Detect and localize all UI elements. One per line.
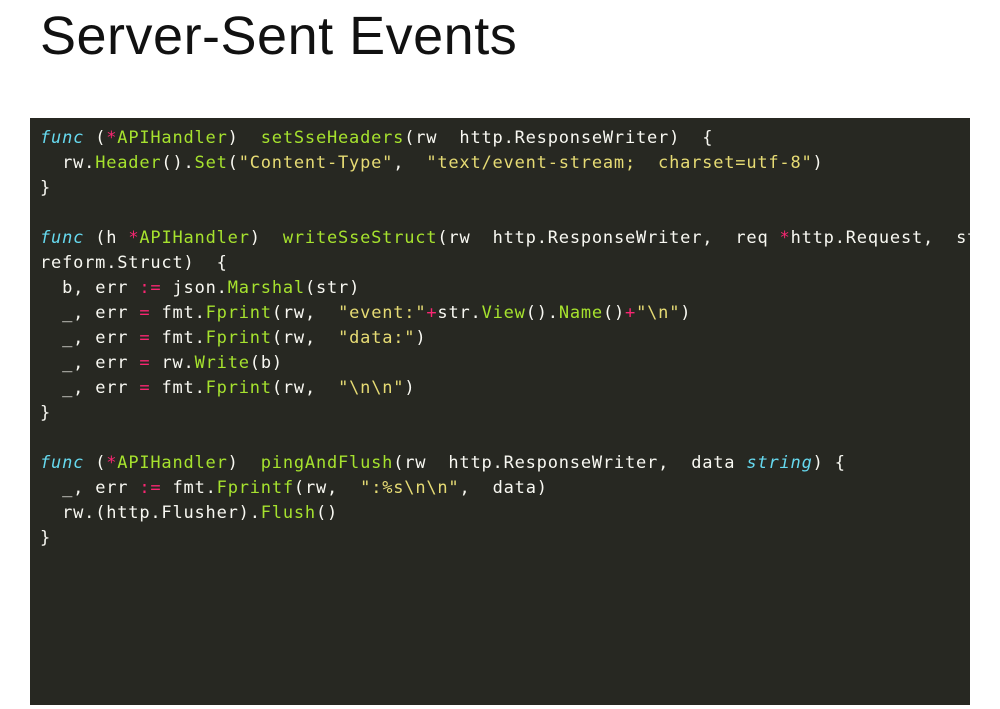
type-apihandler: APIHandler xyxy=(117,128,227,148)
slide-title: Server-Sent Events xyxy=(0,0,1000,67)
fn-pingandflush: pingAndFlush xyxy=(261,453,393,473)
str-content-type: "Content-Type" xyxy=(239,153,394,173)
code-block: func (*APIHandler) setSseHeaders(rw http… xyxy=(30,118,970,705)
slide: Server-Sent Events func (*APIHandler) se… xyxy=(0,0,1000,709)
pointer-star: * xyxy=(106,128,117,148)
fn-setsseheaders: setSseHeaders xyxy=(261,128,404,148)
fn-writessestruct: writeSseStruct xyxy=(283,228,438,248)
kw-func: func xyxy=(40,128,84,148)
str-content-type-value: "text/event-stream; charset=utf-8" xyxy=(426,153,812,173)
